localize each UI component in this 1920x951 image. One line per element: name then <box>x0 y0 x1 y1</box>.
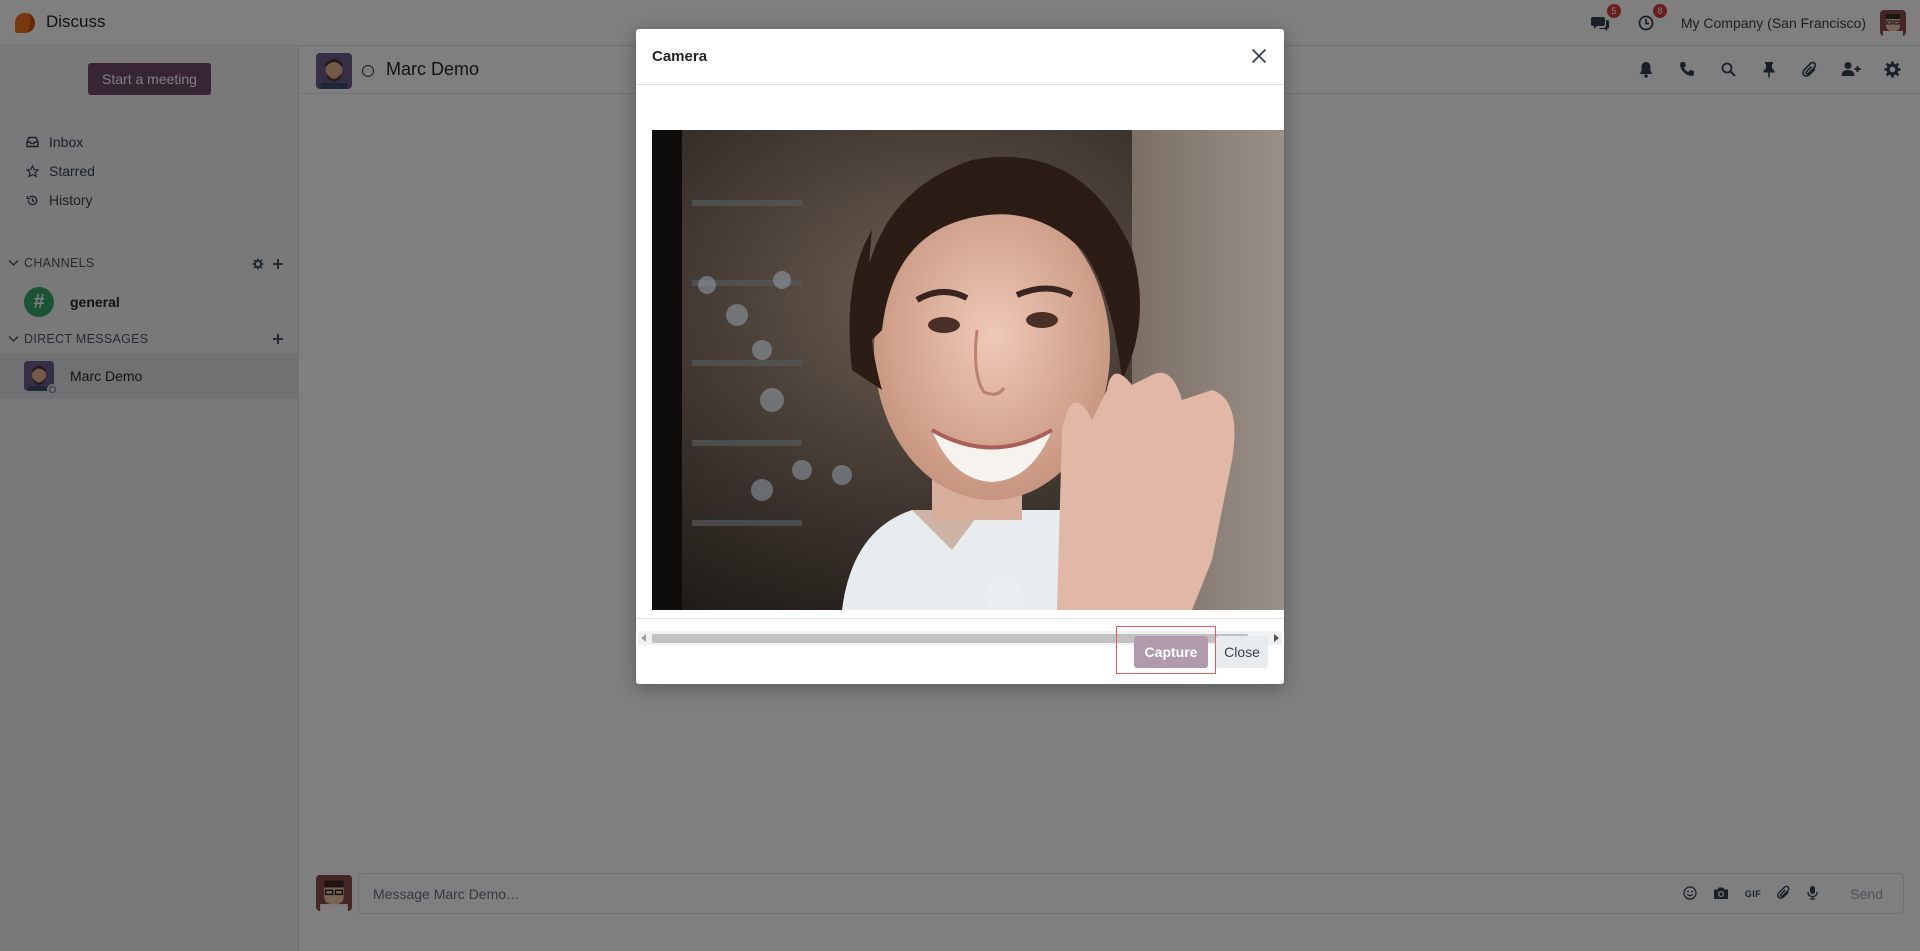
dialog-header: Camera <box>636 29 1284 85</box>
camera-video-feed <box>652 130 1284 610</box>
dialog-footer: Capture Close <box>636 618 1284 684</box>
capture-button[interactable]: Capture <box>1134 636 1208 668</box>
dialog-body <box>636 86 1284 648</box>
camera-dialog: Camera Capture Close <box>636 29 1284 684</box>
dialog-title: Camera <box>652 48 708 65</box>
close-button[interactable]: Close <box>1216 636 1268 668</box>
close-icon[interactable] <box>1248 45 1270 67</box>
